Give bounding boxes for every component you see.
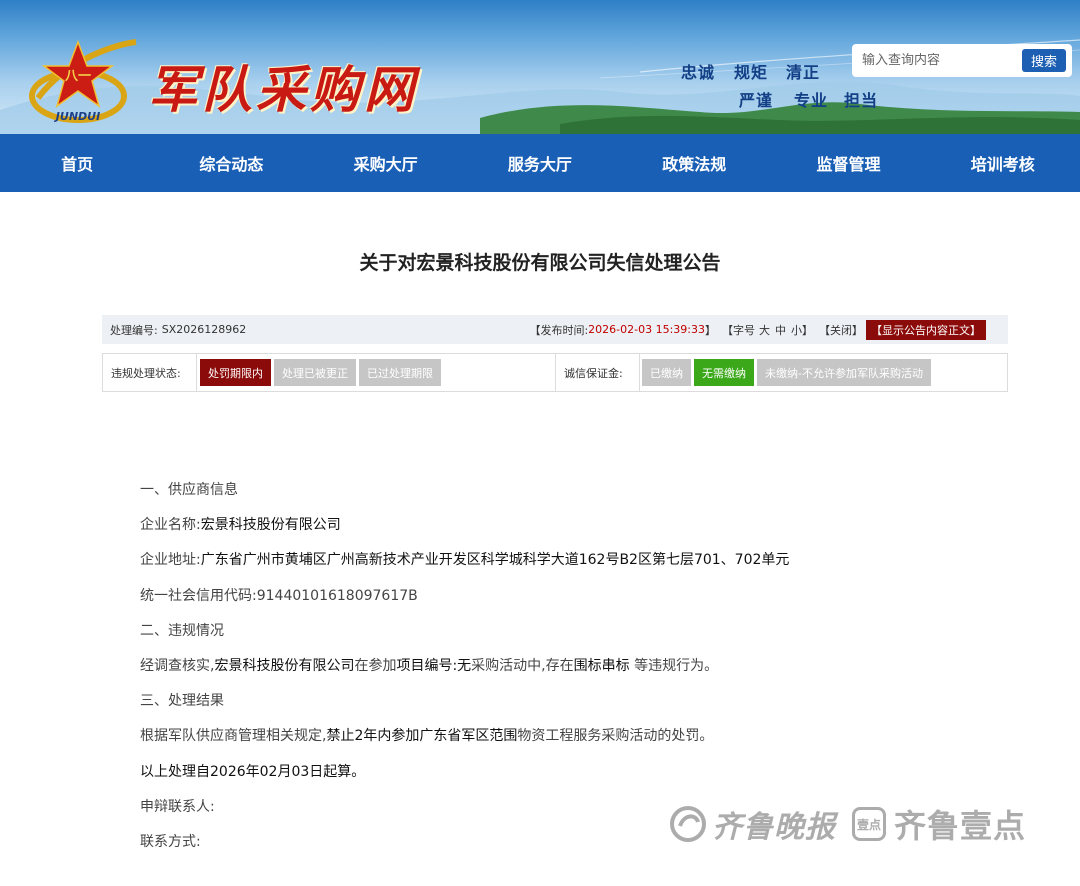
show-body-button[interactable]: 【显示公告内容正文】 xyxy=(866,319,986,340)
violation-line: 经调查核实,宏景科技股份有限公司在参加项目编号:无采购活动中,存在围标串标 等违… xyxy=(140,657,960,692)
deposit-label: 诚信保证金: xyxy=(556,354,640,391)
watermark: 齐鲁晚报 壹点 齐鲁壹点 xyxy=(668,796,1048,852)
notice-number: SX2026128962 xyxy=(161,323,247,336)
violation-type: 围标串标 xyxy=(573,657,630,674)
font-small-link[interactable]: 小】 xyxy=(791,322,813,338)
company-name-line: 企业名称:宏景科技股份有限公司 xyxy=(140,516,960,551)
violation-text-e: 采购活动中,存在 xyxy=(471,657,574,674)
motto-guiju: 规矩 xyxy=(734,63,769,82)
status-tag-corrected: 处理已被更正 xyxy=(274,359,356,386)
section-violation: 二、违规情况 xyxy=(140,622,224,639)
credit-code-label: 统一社会信用代码: xyxy=(140,587,257,604)
nav-training[interactable]: 培训考核 xyxy=(926,151,1080,175)
deposit-tag-paid: 已缴纳 xyxy=(642,359,691,386)
nav-policy[interactable]: 政策法规 xyxy=(617,151,771,175)
section-supplier-info: 一、供应商信息 xyxy=(140,482,238,498)
motto-zhongcheng: 忠诚 xyxy=(681,63,716,82)
section-result: 三、处理结果 xyxy=(140,693,224,710)
logo-text: JUNDUI xyxy=(54,110,100,123)
result-text-c: 物资工程服务采购活动的处罚。 xyxy=(517,728,714,745)
notice-info-bar: 处理编号: SX2026128962 【发布时间: 2026-02-03 15:… xyxy=(102,315,1008,344)
army-logo[interactable]: 八一 JUNDUI xyxy=(28,38,140,130)
font-size-label: 【字号 xyxy=(722,323,755,337)
company-name: 宏景科技股份有限公司 xyxy=(200,517,341,534)
start-date-line: 以上处理自2026年02月03日起算。 xyxy=(140,763,366,780)
publish-time-close: 】 xyxy=(705,323,716,337)
status-tag-expired: 已过处理期限 xyxy=(359,359,441,386)
search-input[interactable] xyxy=(862,53,1022,68)
page-title: 关于对宏景科技股份有限公司失信处理公告 xyxy=(359,252,721,274)
motto-yanjin: 严谨 xyxy=(739,91,774,110)
font-medium-link[interactable]: 中 xyxy=(775,322,786,338)
publish-time: 2026-02-03 15:39:33 xyxy=(588,323,705,336)
watermark-brand-2: 齐鲁壹点 xyxy=(894,807,1027,845)
credit-code: 91440101618097617B xyxy=(256,587,418,604)
result-ban: 禁止2年内参加广东省军区范围 xyxy=(326,728,518,745)
motto-qingzheng: 清正 xyxy=(786,63,821,82)
motto-zhuanye: 专业 xyxy=(794,91,829,110)
watermark-box-icon: 壹点 xyxy=(852,807,886,841)
status-tag-in-period: 处罚期限内 xyxy=(200,359,271,386)
deposit-tag-not-required: 无需缴纳 xyxy=(694,359,754,386)
search-box: 搜索 xyxy=(852,44,1072,77)
result-text-a: 根据军队供应商管理相关规定, xyxy=(140,728,327,745)
publish-time-label: 【发布时间: xyxy=(529,323,589,337)
result-line: 根据军队供应商管理相关规定,禁止2年内参加广东省军区范围物资工程服务采购活动的处… xyxy=(140,727,960,762)
violation-text-a: 经调查核实, xyxy=(140,657,215,674)
nav-news[interactable]: 综合动态 xyxy=(154,151,308,175)
credit-code-line: 统一社会信用代码:91440101618097617B xyxy=(140,587,960,622)
violation-company: 宏景科技股份有限公司 xyxy=(214,657,355,674)
violation-text-g: 等违规行为。 xyxy=(629,657,719,674)
company-address-line: 企业地址:广东省广州市黄埔区广州高新技术产业开发区科学城科学大道162号B2区第… xyxy=(140,551,960,586)
nav-procurement-hall[interactable]: 采购大厅 xyxy=(309,151,463,175)
deposit-tag-unpaid: 未缴纳-不允许参加军队采购活动 xyxy=(757,359,931,386)
info-bar-actions: 【发布时间: 2026-02-03 15:39:33 】 【字号 大 中 小】 … xyxy=(529,319,1008,340)
close-link[interactable]: 【关闭】 xyxy=(819,322,863,338)
watermark-brand-1: 齐鲁晚报 xyxy=(712,810,836,845)
header-banner: 八一 JUNDUI 军队采购网 忠诚 规矩 清正 严谨 专业 担当 搜索 xyxy=(0,0,1080,134)
main-nav: 首页 综合动态 采购大厅 服务大厅 政策法规 监督管理 培训考核 xyxy=(0,134,1080,192)
search-button[interactable]: 搜索 xyxy=(1022,49,1066,72)
nav-service-hall[interactable]: 服务大厅 xyxy=(463,151,617,175)
violation-status-tags: 处罚期限内 处理已被更正 已过处理期限 xyxy=(197,354,556,391)
font-large-link[interactable]: 大 xyxy=(759,322,770,338)
site-name: 军队采购网 xyxy=(148,60,418,119)
violation-project-no: 项目编号:无 xyxy=(396,657,472,674)
violation-status-label: 违规处理状态: xyxy=(103,354,197,391)
deposit-tags: 已缴纳 无需缴纳 未缴纳-不允许参加军队采购活动 xyxy=(640,354,1007,391)
company-name-label: 企业名称: xyxy=(140,517,201,534)
company-address: 广东省广州市黄埔区广州高新技术产业开发区科学城科学大道162号B2区第七层701… xyxy=(200,552,790,569)
svg-text:八一: 八一 xyxy=(64,69,91,84)
nav-home[interactable]: 首页 xyxy=(0,151,154,175)
violation-text-c: 在参加 xyxy=(354,657,397,674)
company-address-label: 企业地址: xyxy=(140,552,201,569)
status-row: 违规处理状态: 处罚期限内 处理已被更正 已过处理期限 诚信保证金: 已缴纳 无… xyxy=(102,353,1008,392)
watermark-logo-icon xyxy=(670,806,706,842)
number-label: 处理编号: xyxy=(110,323,158,337)
motto-dandang: 担当 xyxy=(844,91,879,110)
nav-supervision[interactable]: 监督管理 xyxy=(771,151,925,175)
